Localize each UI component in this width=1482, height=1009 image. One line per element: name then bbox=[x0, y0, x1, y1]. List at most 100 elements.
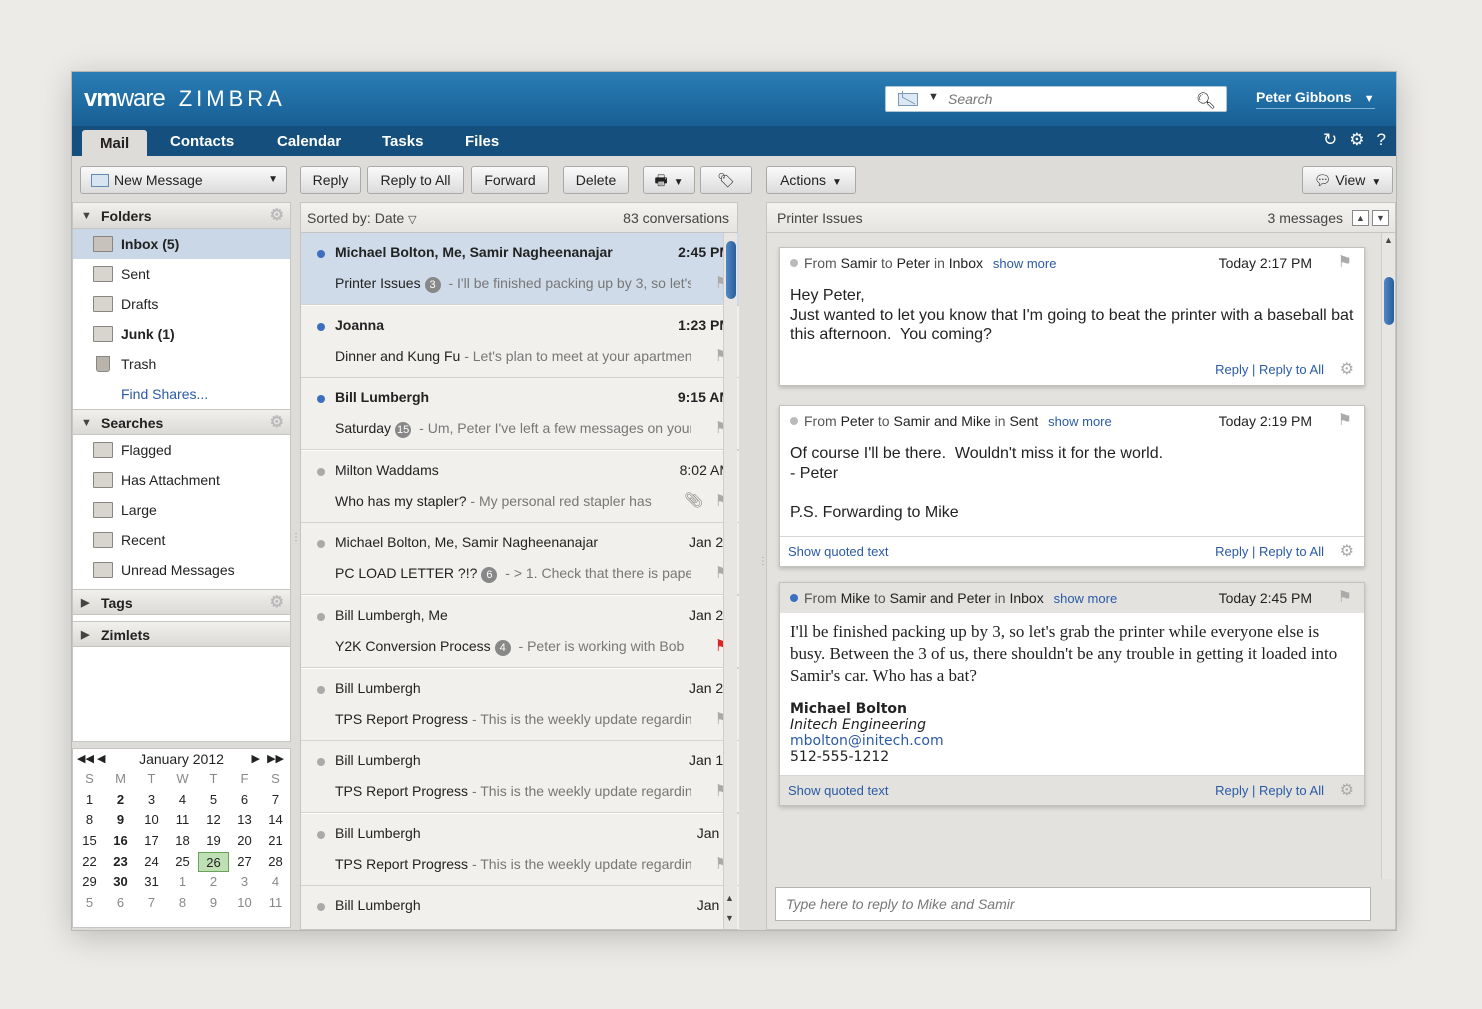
folder-item-trash[interactable]: Trash bbox=[73, 349, 290, 379]
print-menu-button[interactable]: 🖶 ▼ bbox=[643, 166, 695, 194]
calendar-day[interactable]: 4 bbox=[260, 872, 291, 893]
reply-button[interactable]: Reply bbox=[300, 166, 361, 194]
next-year-icon[interactable]: ▶▶ bbox=[267, 749, 284, 769]
saved-search-item[interactable]: Large bbox=[73, 495, 290, 525]
reply-link[interactable]: Reply bbox=[1215, 362, 1248, 377]
calendar-day[interactable]: 28 bbox=[260, 852, 291, 873]
calendar-day[interactable]: 24 bbox=[136, 852, 167, 873]
folder-item-drafts[interactable]: Drafts bbox=[73, 289, 290, 319]
tab-tasks[interactable]: Tasks bbox=[382, 130, 423, 156]
calendar-day[interactable]: 6 bbox=[229, 790, 260, 811]
sort-by-date[interactable]: Sorted by: Date bbox=[307, 210, 404, 226]
saved-search-item[interactable]: Unread Messages bbox=[73, 555, 290, 585]
show-quoted-text-link[interactable]: Show quoted text bbox=[788, 776, 888, 806]
calendar-day[interactable]: 20 bbox=[229, 831, 260, 852]
unread-dot-icon[interactable] bbox=[317, 830, 325, 839]
reply-all-link[interactable]: Reply to All bbox=[1259, 544, 1324, 559]
calendar-day[interactable]: 14 bbox=[260, 810, 291, 831]
message-row[interactable]: Michael Bolton, Me, Samir Nagheenanajar 2… bbox=[301, 233, 739, 305]
searches-header[interactable]: ▼ Searches ⚙ bbox=[73, 409, 290, 435]
calendar-day[interactable]: 5 bbox=[74, 893, 105, 914]
calendar-day[interactable]: 12 bbox=[198, 810, 229, 831]
collapse-triangle-icon[interactable]: ▼ bbox=[81, 410, 92, 436]
calendar-day[interactable]: 21 bbox=[260, 831, 291, 852]
message-row[interactable]: Bill Lumbergh 9:15 AM Saturday 15 - Um, Pet… bbox=[301, 378, 739, 451]
calendar-day[interactable]: 31 bbox=[136, 872, 167, 893]
tab-files[interactable]: Files bbox=[465, 130, 499, 156]
message-row[interactable]: Milton Waddams 8:02 AM Who has my stapler?… bbox=[301, 450, 739, 523]
forward-button[interactable]: Forward bbox=[471, 166, 549, 194]
reading-pane-splitter[interactable]: ⋮ bbox=[758, 556, 768, 567]
calendar-day[interactable]: 8 bbox=[167, 893, 198, 914]
message-header[interactable]: From Mike to Samir and Peter in Inbox sh… bbox=[780, 583, 1364, 613]
calendar-day[interactable]: 3 bbox=[136, 790, 167, 811]
calendar-day[interactable]: 25 bbox=[167, 852, 198, 873]
tab-calendar[interactable]: Calendar bbox=[277, 130, 341, 156]
sender[interactable]: Samir bbox=[841, 255, 878, 271]
calendar-day[interactable]: 8 bbox=[74, 810, 105, 831]
tags-header[interactable]: ▶ Tags ⚙ bbox=[73, 589, 290, 615]
folder-item-inbox[interactable]: Inbox (5) bbox=[73, 229, 290, 259]
calendar-day[interactable]: 29 bbox=[74, 872, 105, 893]
search-type-dropdown[interactable]: ▼ bbox=[928, 91, 939, 103]
help-icon[interactable]: ? bbox=[1377, 130, 1386, 149]
folders-header[interactable]: ▼ Folders ⚙ bbox=[73, 203, 290, 229]
flag-icon[interactable]: ⚑ bbox=[1338, 248, 1352, 278]
gear-icon[interactable]: ⚙ bbox=[270, 410, 284, 436]
unread-dot-icon[interactable] bbox=[317, 685, 325, 694]
sender[interactable]: Mike bbox=[841, 590, 871, 606]
reading-pane-scrollbar[interactable]: ▲ bbox=[1381, 233, 1395, 879]
saved-search-item[interactable]: Flagged bbox=[73, 435, 290, 465]
folder-item-sent[interactable]: Sent bbox=[73, 259, 290, 289]
message-row[interactable]: Michael Bolton, Me, Samir Nagheenanajar J… bbox=[301, 523, 739, 596]
mail-envelope-icon[interactable] bbox=[898, 93, 918, 106]
recipient[interactable]: Samir and Mike bbox=[894, 413, 991, 429]
prev-year-icon[interactable]: ◀◀ bbox=[77, 749, 94, 769]
user-menu[interactable]: Peter Gibbons ▼ bbox=[1256, 89, 1375, 109]
calendar-day[interactable]: 15 bbox=[74, 831, 105, 852]
calendar-day[interactable]: 1 bbox=[167, 872, 198, 893]
prev-month-icon[interactable]: ◀ bbox=[97, 749, 105, 769]
calendar-day[interactable]: 1 bbox=[74, 790, 105, 811]
scrollbar-thumb[interactable] bbox=[1384, 277, 1394, 325]
calendar-day[interactable]: 6 bbox=[105, 893, 136, 914]
message-header[interactable]: From Peter to Samir and Mike in Sent sho… bbox=[780, 406, 1364, 436]
flag-icon[interactable]: ⚑ bbox=[1338, 406, 1352, 436]
calendar-day[interactable]: 26 bbox=[198, 851, 229, 873]
unread-dot-icon[interactable] bbox=[317, 613, 325, 621]
tab-mail[interactable]: Mail bbox=[82, 130, 148, 156]
gear-icon[interactable]: ⚙ bbox=[1349, 130, 1364, 149]
sort-direction-icon[interactable]: ▽ bbox=[408, 214, 416, 226]
show-quoted-text-link[interactable]: Show quoted text bbox=[788, 537, 888, 567]
message-row[interactable]: Bill Lumbergh Jan 22 TPS Report Progress -… bbox=[301, 668, 739, 741]
calendar-day[interactable]: 11 bbox=[167, 810, 198, 831]
show-more-link[interactable]: show more bbox=[1054, 591, 1118, 606]
message-row[interactable]: Bill Lumbergh Jan 8 TPS Report Progress - … bbox=[301, 813, 739, 886]
expand-triangle-icon[interactable]: ▶ bbox=[81, 622, 89, 648]
unread-dot-icon[interactable] bbox=[317, 322, 325, 331]
calendar-day[interactable]: 2 bbox=[105, 790, 136, 811]
folder-item-junk[interactable]: Junk (1) bbox=[73, 319, 290, 349]
search-input[interactable] bbox=[948, 89, 1188, 109]
scroll-down-arrow-icon[interactable]: ▼ bbox=[725, 913, 734, 923]
find-shares-link[interactable]: Find Shares... bbox=[73, 379, 290, 409]
calendar-day[interactable]: 19 bbox=[198, 831, 229, 852]
flag-icon[interactable]: ⚑ bbox=[1338, 583, 1352, 613]
unread-dot-icon[interactable] bbox=[317, 540, 325, 549]
gear-icon[interactable]: ⚙ bbox=[1340, 355, 1354, 385]
unread-dot-icon[interactable] bbox=[317, 250, 325, 258]
calendar-day[interactable]: 7 bbox=[136, 893, 167, 914]
show-more-link[interactable]: show more bbox=[993, 256, 1057, 271]
scroll-up-arrow-icon[interactable]: ▲ bbox=[725, 893, 734, 903]
unread-dot-icon[interactable] bbox=[317, 395, 325, 404]
message-row[interactable]: Joanna 1:23 PM Dinner and Kung Fu - Let's … bbox=[301, 305, 739, 378]
expand-all-icon[interactable]: ▲ bbox=[1352, 210, 1369, 226]
reply-all-link[interactable]: Reply to All bbox=[1259, 362, 1324, 377]
gear-icon[interactable]: ⚙ bbox=[1340, 776, 1354, 806]
quick-reply-input[interactable]: Type here to reply to Mike and Samir bbox=[775, 887, 1371, 921]
reply-all-link[interactable]: Reply to All bbox=[1259, 783, 1324, 798]
unread-dot-icon[interactable] bbox=[317, 467, 325, 476]
recipient[interactable]: Samir and Peter bbox=[890, 590, 991, 606]
calendar-day[interactable]: 9 bbox=[105, 810, 136, 831]
calendar-day[interactable]: 5 bbox=[198, 790, 229, 811]
